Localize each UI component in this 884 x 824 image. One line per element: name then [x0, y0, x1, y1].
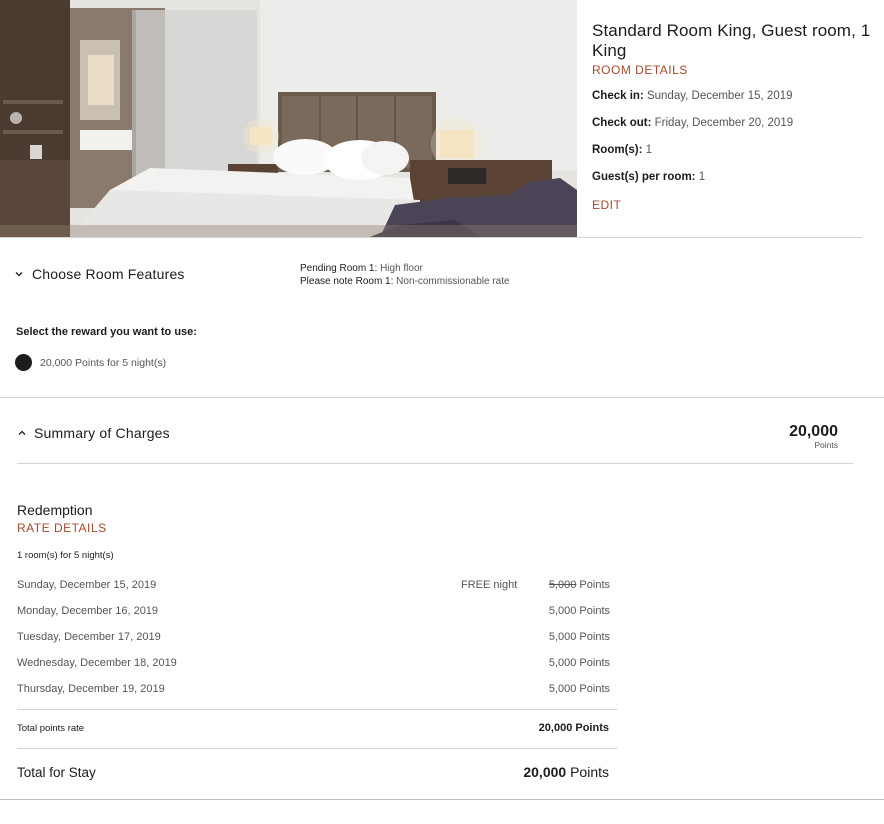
chevron-down-icon [15, 272, 23, 277]
rooms-row: Room(s): 1 [592, 142, 884, 158]
check-in-value: Sunday, December 15, 2019 [646, 90, 793, 102]
rooms-value: 1 [645, 144, 653, 156]
summary-total-unit: Points [814, 440, 838, 450]
free-night-label: FREE night [461, 579, 518, 591]
total-points-rate-label: Total points rate [17, 723, 85, 734]
total-for-stay-points: 20,000 [523, 764, 567, 780]
night-row: Sunday, December 15, 2019 FREE night 5,0… [17, 579, 610, 595]
divider [0, 397, 884, 398]
check-out-label: Check out: [592, 117, 652, 129]
summary-of-charges-toggle[interactable]: Summary of Charges [17, 425, 170, 441]
guests-value: 1 [698, 171, 706, 183]
night-points-unit: Points [579, 683, 610, 695]
night-row: Wednesday, December 18, 2019 5,000 Point… [17, 657, 610, 673]
divider [17, 463, 853, 464]
rate-note-value: Non-commissionable rate [396, 276, 510, 287]
night-points-unit: Points [579, 631, 610, 643]
edit-link[interactable]: EDIT [592, 198, 884, 212]
night-points: 5,000 Points [549, 683, 610, 695]
guests-row: Guest(s) per room: 1 [592, 169, 884, 185]
total-points-rate-value: 20,000 Points [538, 722, 609, 734]
total-for-stay-label: Total for Stay [17, 765, 96, 780]
redemption-title: Redemption [17, 502, 93, 518]
pending-room-value: High floor [380, 263, 423, 274]
reward-option[interactable]: 20,000 Points for 5 night(s) [15, 354, 166, 371]
night-date: Tuesday, December 17, 2019 [17, 631, 161, 643]
room-details-link[interactable]: ROOM DETAILS [592, 63, 884, 77]
chevron-up-icon [18, 430, 26, 435]
rate-note: Please note Room 1: Non-commissionable r… [300, 275, 510, 288]
night-points: 5,000 Points [549, 605, 610, 617]
night-date: Monday, December 16, 2019 [17, 605, 159, 617]
nights-note: 1 room(s) for 5 night(s) [17, 550, 114, 561]
guests-label: Guest(s) per room: [592, 171, 696, 183]
total-for-stay-unit: Points [570, 764, 609, 780]
night-points-value: 5,000 [548, 605, 577, 617]
room-photo [0, 0, 577, 237]
check-out-value: Friday, December 20, 2019 [654, 117, 794, 129]
check-in-label: Check in: [592, 90, 644, 102]
night-row: Thursday, December 19, 2019 5,000 Points [17, 683, 610, 699]
night-points-value: 5,000 [548, 631, 577, 643]
rooms-label: Room(s): [592, 144, 643, 156]
night-points-unit: Points [579, 657, 610, 669]
choose-room-features-toggle[interactable]: Choose Room Features [14, 266, 185, 282]
pending-room-note: Pending Room 1: High floor [300, 262, 510, 275]
pending-room-label: Pending Room 1: [300, 263, 378, 274]
choose-room-features-title: Choose Room Features [32, 266, 185, 282]
night-points-value: 5,000 [548, 579, 577, 591]
summary-total: 20,000 Points [789, 423, 838, 450]
check-in-row: Check in: Sunday, December 15, 2019 [592, 88, 884, 104]
divider [0, 237, 862, 238]
room-info-panel: Standard Room King, Guest room, 1 King R… [592, 21, 884, 212]
night-points: 5,000 Points [549, 579, 610, 591]
rate-note-label: Please note Room 1: [300, 276, 394, 287]
radio-selected-icon[interactable] [15, 354, 32, 371]
summary-of-charges-title: Summary of Charges [34, 425, 170, 441]
room-notes: Pending Room 1: High floor Please note R… [300, 262, 510, 288]
reward-label: Select the reward you want to use: [16, 326, 197, 338]
summary-total-points: 20,000 [789, 423, 838, 440]
night-row: Tuesday, December 17, 2019 5,000 Points [17, 631, 610, 647]
night-points-value: 5,000 [548, 683, 577, 695]
night-points: 5,000 Points [549, 657, 610, 669]
night-date: Wednesday, December 18, 2019 [17, 657, 177, 669]
night-points: 5,000 Points [549, 631, 610, 643]
divider [17, 709, 617, 710]
night-date: Thursday, December 19, 2019 [17, 683, 165, 695]
rate-details-link[interactable]: RATE DETAILS [17, 521, 107, 535]
night-row: Monday, December 16, 2019 5,000 Points [17, 605, 610, 621]
total-for-stay-value: 20,000 Points [523, 764, 609, 780]
night-points-value: 5,000 [548, 657, 577, 669]
divider [0, 799, 884, 800]
night-points-unit: Points [579, 579, 610, 591]
divider [17, 748, 617, 749]
night-points-unit: Points [579, 605, 610, 617]
room-title: Standard Room King, Guest room, 1 King [592, 21, 871, 60]
night-date: Sunday, December 15, 2019 [17, 579, 157, 591]
check-out-row: Check out: Friday, December 20, 2019 [592, 115, 884, 131]
reward-option-label: 20,000 Points for 5 night(s) [40, 356, 167, 369]
